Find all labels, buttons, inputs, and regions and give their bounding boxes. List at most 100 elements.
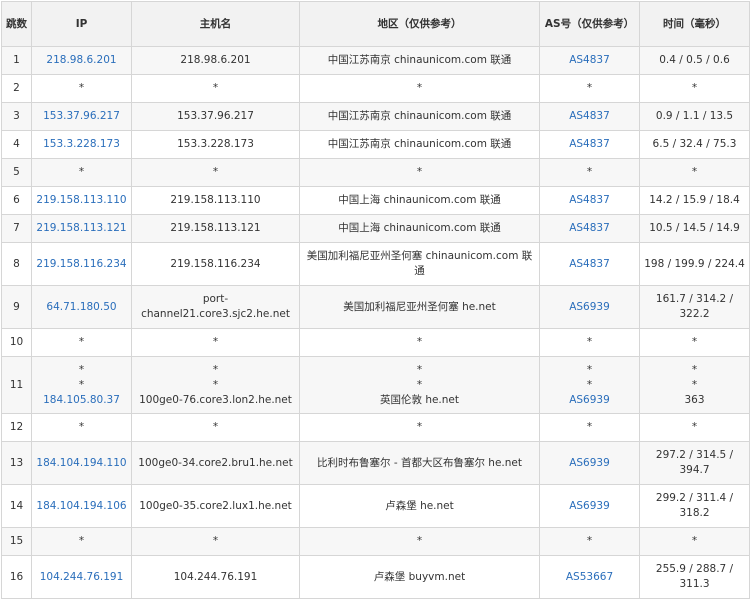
ip-cell: 219.158.113.121: [31, 214, 132, 243]
region-cell: *: [299, 74, 540, 103]
as-value: *: [586, 336, 593, 348]
ip-link[interactable]: 219.158.116.234: [36, 257, 127, 272]
time-cell: 161.7 / 314.2 / 322.2: [639, 285, 750, 329]
as-value: *: [586, 535, 593, 547]
header-row: 跳数 IP 主机名 地区（仅供参考） AS号（仅供参考） 时间（毫秒）: [1, 1, 750, 47]
as-link[interactable]: AS6939: [544, 499, 635, 514]
hop-cell: 10: [1, 328, 32, 357]
time-value: *: [691, 363, 698, 376]
as-value: *: [586, 421, 593, 433]
ip-link[interactable]: 104.244.76.191: [36, 570, 127, 585]
ip-link[interactable]: 184.105.80.37: [36, 393, 127, 408]
table-row: 7 219.158.113.121 219.158.113.121 中国上海 chin…: [1, 214, 750, 243]
table-row: 4 153.3.228.173 153.3.228.173 中国江苏南京 chinau…: [1, 130, 750, 159]
table-row: 10 * * * * *: [1, 328, 750, 357]
time-value: 10.5 / 14.5 / 14.9: [649, 222, 740, 234]
ip-cell: 104.244.76.191: [31, 555, 132, 599]
ip-value: *: [78, 336, 85, 348]
as-link[interactable]: AS6939: [544, 393, 635, 408]
ip-cell: *: [31, 413, 132, 442]
ip-link[interactable]: 219.158.113.121: [36, 221, 127, 236]
ip-link[interactable]: 184.104.194.110: [36, 456, 127, 471]
as-value: *: [586, 166, 593, 178]
as-link[interactable]: AS4837: [544, 257, 635, 272]
time-value: 161.7 / 314.2 / 322.2: [655, 293, 734, 320]
host-cell: 153.37.96.217: [131, 102, 300, 131]
time-cell: * * 363: [639, 356, 750, 414]
as-link[interactable]: AS4837: [544, 221, 635, 236]
table-row: 13 184.104.194.110 100ge0-34.core2.bru1.he…: [1, 441, 750, 485]
region-value: 中国上海 chinaunicom.com 联通: [338, 194, 501, 206]
region-cell: 中国上海 chinaunicom.com 联通: [299, 186, 540, 215]
time-cell: 255.9 / 288.7 / 311.3: [639, 555, 750, 599]
as-link[interactable]: AS4837: [544, 137, 635, 152]
host-value: *: [212, 535, 219, 547]
region-value: 美国加利福尼亚州圣何塞 he.net: [343, 300, 496, 313]
time-value: 0.9 / 1.1 / 13.5: [655, 110, 734, 122]
ip-link[interactable]: 218.98.6.201: [36, 53, 127, 68]
time-value: 6.5 / 32.4 / 75.3: [652, 138, 737, 150]
as-cell: AS4837: [539, 102, 640, 131]
ip-link[interactable]: 64.71.180.50: [36, 300, 127, 315]
table-row: 1 218.98.6.201 218.98.6.201 中国江苏南京 chinauni…: [1, 46, 750, 75]
as-cell: AS4837: [539, 130, 640, 159]
region-cell: 比利时布鲁塞尔 - 首都大区布鲁塞尔 he.net: [299, 441, 540, 485]
ip-link[interactable]: 184.104.194.106: [36, 499, 127, 514]
table-row: 6 219.158.113.110 219.158.113.110 中国上海 chin…: [1, 186, 750, 215]
host-cell: 104.244.76.191: [131, 555, 300, 599]
table-row: 2 * * * * *: [1, 74, 750, 103]
time-value: *: [691, 166, 698, 178]
time-cell: 10.5 / 14.5 / 14.9: [639, 214, 750, 243]
hop-cell: 7: [1, 214, 32, 243]
ip-link[interactable]: 153.3.228.173: [36, 137, 127, 152]
as-cell: AS4837: [539, 214, 640, 243]
host-value: 153.3.228.173: [177, 138, 254, 150]
header-region: 地区（仅供参考）: [299, 1, 540, 47]
ip-cell: * * 184.105.80.37: [31, 356, 132, 414]
ip-cell: 184.104.194.106: [31, 484, 132, 528]
time-value: 14.2 / 15.9 / 18.4: [649, 194, 740, 206]
region-value: *: [416, 378, 423, 391]
hop-cell: 4: [1, 130, 32, 159]
ip-value: *: [78, 363, 85, 376]
ip-value: *: [78, 421, 85, 433]
ip-link[interactable]: 153.37.96.217: [36, 109, 127, 124]
time-value: *: [691, 378, 698, 391]
table-row: 15 * * * * *: [1, 527, 750, 556]
as-value: *: [586, 363, 593, 376]
traceroute-table: 跳数 IP 主机名 地区（仅供参考） AS号（仅供参考） 时间（毫秒） 1 218…: [1, 1, 750, 599]
header-as: AS号（仅供参考）: [539, 1, 640, 47]
as-link[interactable]: AS6939: [544, 456, 635, 471]
ip-cell: 64.71.180.50: [31, 285, 132, 329]
time-value: 0.4 / 0.5 / 0.6: [659, 54, 730, 66]
as-link[interactable]: AS4837: [544, 53, 635, 68]
region-cell: 中国江苏南京 chinaunicom.com 联通: [299, 102, 540, 131]
host-cell: *: [131, 527, 300, 556]
host-cell: 153.3.228.173: [131, 130, 300, 159]
as-link[interactable]: AS53667: [544, 570, 635, 585]
as-link[interactable]: AS6939: [544, 300, 635, 315]
ip-cell: 153.37.96.217: [31, 102, 132, 131]
as-cell: AS6939: [539, 285, 640, 329]
header-ip: IP: [31, 1, 132, 47]
host-cell: 219.158.116.234: [131, 242, 300, 286]
host-value: *: [212, 363, 219, 376]
as-cell: AS6939: [539, 484, 640, 528]
hop-cell: 8: [1, 242, 32, 286]
host-value: *: [212, 336, 219, 348]
hop-cell: 14: [1, 484, 32, 528]
region-cell: 中国江苏南京 chinaunicom.com 联通: [299, 130, 540, 159]
host-value: 153.37.96.217: [177, 110, 254, 122]
as-link[interactable]: AS4837: [544, 193, 635, 208]
table-row: 16 104.244.76.191 104.244.76.191 卢森堡 buyvm.…: [1, 555, 750, 599]
ip-link[interactable]: 219.158.113.110: [36, 193, 127, 208]
host-cell: *: [131, 328, 300, 357]
region-value: 美国加利福尼亚州圣何塞 chinaunicom.com 联通: [306, 250, 533, 277]
time-cell: 0.9 / 1.1 / 13.5: [639, 102, 750, 131]
region-value: *: [416, 82, 423, 94]
host-cell: 218.98.6.201: [131, 46, 300, 75]
region-cell: *: [299, 413, 540, 442]
hop-cell: 2: [1, 74, 32, 103]
table-row: 14 184.104.194.106 100ge0-35.core2.lux1.he…: [1, 484, 750, 528]
as-link[interactable]: AS4837: [544, 109, 635, 124]
